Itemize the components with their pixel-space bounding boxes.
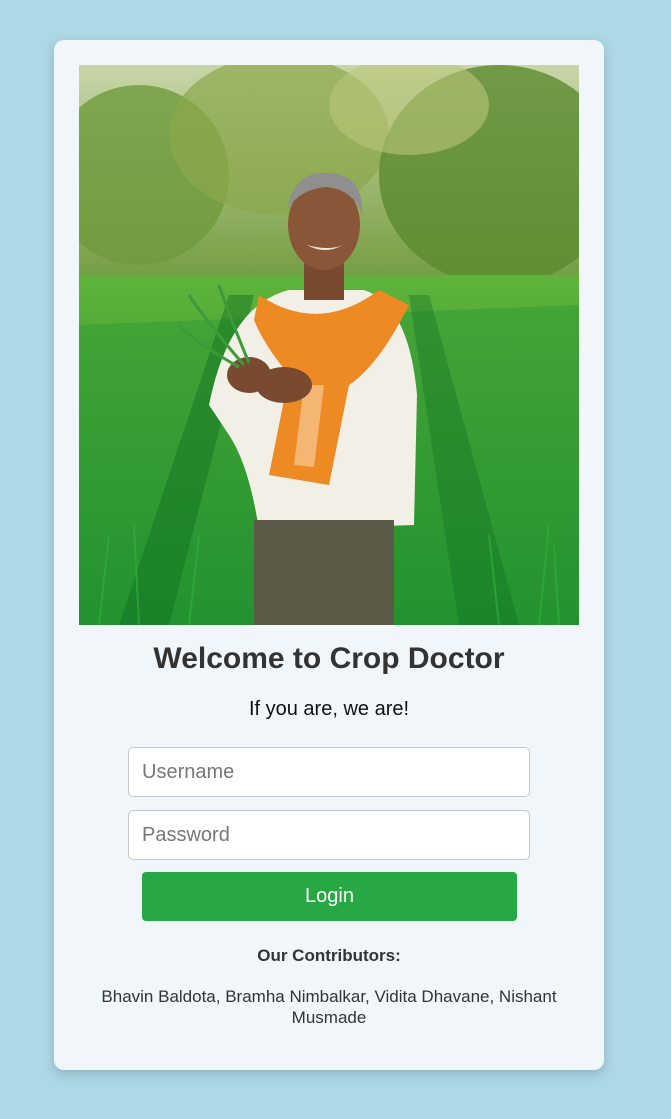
contributors-heading: Our Contributors:	[257, 946, 401, 965]
password-input[interactable]	[128, 810, 530, 860]
contributors-list: Bhavin Baldota, Bramha Nimbalkar, Vidita…	[101, 987, 557, 1027]
login-button[interactable]: Login	[142, 872, 517, 921]
username-input[interactable]	[128, 747, 530, 797]
hero-image	[79, 65, 579, 625]
login-card: Welcome to Crop Doctor If you are, we ar…	[54, 40, 604, 1070]
page-title: Welcome to Crop Doctor	[153, 642, 505, 675]
tagline: If you are, we are!	[248, 698, 410, 720]
